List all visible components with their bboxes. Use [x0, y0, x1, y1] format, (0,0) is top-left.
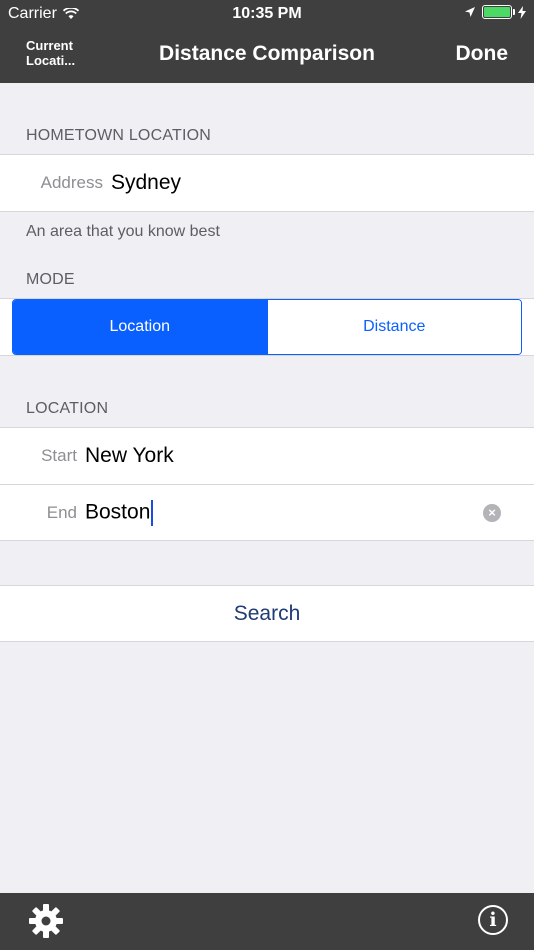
location-arrow-icon — [465, 7, 475, 17]
screen: Carrier 10:35 PM Current Locati... Dista… — [0, 0, 534, 950]
info-icon[interactable]: i — [478, 905, 508, 935]
location-group: Start New York End Boston × — [0, 427, 534, 541]
search-button-label: Search — [233, 601, 301, 625]
top-bar: Carrier 10:35 PM Current Locati... Dista… — [0, 0, 534, 83]
gear-icon[interactable] — [28, 903, 64, 939]
mode-section-header: MODE — [26, 271, 75, 288]
end-field-text: Boston — [85, 500, 151, 524]
mode-location-segment[interactable]: Location — [13, 300, 267, 354]
battery-icon — [482, 5, 515, 19]
text-cursor — [151, 499, 154, 526]
start-label: Start — [41, 446, 77, 465]
status-right — [464, 5, 526, 19]
mode-distance-segment[interactable]: Distance — [266, 300, 521, 354]
status-time: 10:35 PM — [232, 5, 302, 22]
current-location-line2: Locati... — [26, 53, 76, 68]
navigation-bar: Current Locati... Distance Comparison Do… — [0, 28, 534, 83]
current-location-line1: Current — [26, 38, 73, 53]
address-cell[interactable]: Address Sydney — [0, 155, 534, 211]
hometown-group: Address Sydney — [0, 154, 534, 212]
address-field[interactable]: Sydney — [111, 171, 181, 195]
search-button[interactable]: Search — [0, 585, 534, 642]
current-location-button[interactable]: Current Locati... — [26, 38, 96, 68]
wifi-icon — [62, 8, 79, 19]
done-button[interactable]: Done — [456, 42, 509, 66]
start-cell[interactable]: Start New York — [0, 428, 534, 484]
end-label: End — [46, 502, 77, 522]
mode-row: Location Distance — [0, 298, 534, 356]
hometown-section-header: HOMETOWN LOCATION — [26, 127, 212, 144]
carrier-label: Carrier — [8, 5, 57, 22]
carrier-group: Carrier — [8, 5, 79, 23]
hometown-footer: An area that you know best — [26, 223, 220, 240]
start-field[interactable]: New York — [85, 444, 174, 468]
location-section-header: LOCATION — [26, 400, 109, 417]
clear-icon[interactable]: × — [483, 504, 501, 522]
bottom-toolbar: i — [0, 893, 534, 950]
address-label: Address — [40, 173, 103, 192]
charging-bolt-icon — [518, 5, 526, 19]
status-bar: Carrier 10:35 PM — [0, 0, 534, 28]
end-field[interactable]: Boston — [85, 499, 154, 526]
mode-segmented-control: Location Distance — [12, 299, 522, 355]
end-cell[interactable]: End Boston × — [0, 484, 534, 540]
